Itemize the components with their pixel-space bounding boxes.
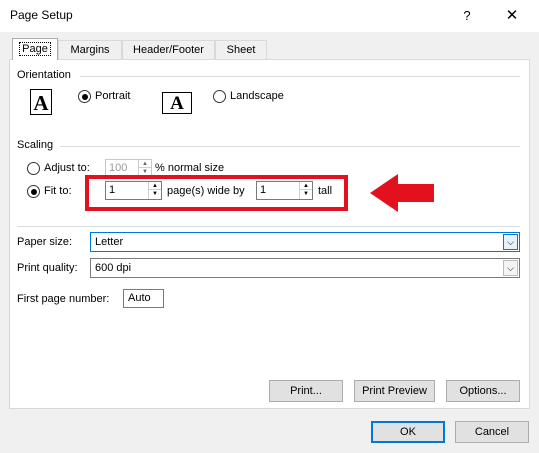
paper-size-value: Letter	[95, 236, 124, 248]
dialog-title: Page Setup	[10, 8, 73, 22]
portrait-radio[interactable]	[78, 90, 91, 103]
spin-up-icon[interactable]: ▲	[139, 160, 151, 168]
portrait-label[interactable]: Portrait	[95, 90, 130, 102]
chevron-down-icon[interactable]: ⌵	[503, 260, 518, 276]
portrait-page-icon: A	[30, 89, 52, 115]
landscape-radio[interactable]	[213, 90, 226, 103]
scaling-separator	[60, 146, 520, 147]
scaling-bottom-separator	[17, 226, 520, 227]
tab-header-footer[interactable]: Header/Footer	[122, 40, 215, 59]
normal-size-label: % normal size	[155, 162, 225, 174]
tab-margins[interactable]: Margins	[58, 40, 122, 59]
chevron-down-icon[interactable]: ⌵	[503, 234, 518, 250]
paper-size-label: Paper size:	[17, 236, 73, 248]
print-quality-label: Print quality:	[17, 262, 78, 274]
tab-sheet[interactable]: Sheet	[215, 40, 267, 59]
tab-page-label: Page	[19, 42, 51, 56]
fit-to-radio[interactable]	[27, 185, 40, 198]
highlight-box	[85, 175, 348, 211]
orientation-group-label: Orientation	[17, 69, 71, 81]
landscape-page-icon: A	[162, 92, 192, 114]
options-button[interactable]: Options...	[446, 380, 520, 402]
tab-page[interactable]: Page	[12, 38, 58, 60]
ok-button[interactable]: OK	[371, 421, 445, 443]
close-button[interactable]: ✕	[500, 5, 524, 27]
first-page-number-label: First page number:	[17, 293, 110, 305]
paper-size-dropdown[interactable]: Letter ⌵	[90, 232, 520, 252]
fit-to-label[interactable]: Fit to:	[44, 185, 72, 197]
red-arrow-icon	[370, 174, 434, 212]
first-page-number-field[interactable]: Auto	[123, 289, 164, 308]
adjust-to-radio[interactable]	[27, 162, 40, 175]
help-button[interactable]: ?	[456, 5, 478, 27]
cancel-button[interactable]: Cancel	[455, 421, 529, 443]
landscape-label[interactable]: Landscape	[230, 90, 284, 102]
adjust-to-label[interactable]: Adjust to:	[44, 162, 90, 174]
print-quality-dropdown[interactable]: 600 dpi ⌵	[90, 258, 520, 278]
print-button[interactable]: Print...	[269, 380, 343, 402]
first-page-number-value: Auto	[128, 292, 151, 304]
print-quality-value: 600 dpi	[95, 262, 132, 274]
print-preview-button[interactable]: Print Preview	[354, 380, 435, 402]
orientation-separator	[80, 76, 520, 77]
scaling-group-label: Scaling	[17, 139, 54, 151]
adjust-percent-value: 100	[109, 162, 128, 174]
